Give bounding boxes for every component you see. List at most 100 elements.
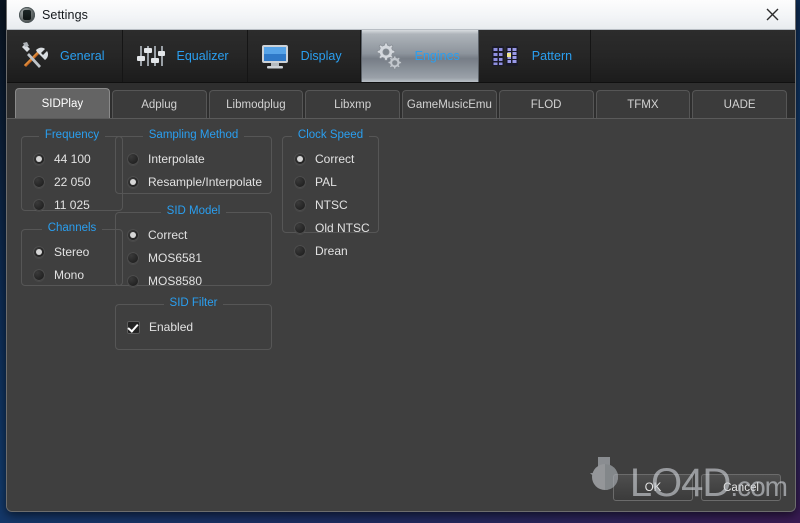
engine-tab-label: TFMX xyxy=(627,98,659,111)
sid-model-option-correct[interactable]: Correct xyxy=(127,226,271,244)
option-label: PAL xyxy=(315,175,337,189)
channels-option-stereo[interactable]: Stereo xyxy=(33,243,122,261)
sidplay-settings-panel: Frequency 44 100 22 050 11 025 Channels xyxy=(7,119,795,511)
engine-tab-gamemusicemu[interactable]: GameMusicEmu xyxy=(402,90,497,118)
clock-speed-option-old-ntsc[interactable]: Old NTSC xyxy=(294,219,378,237)
option-label: NTSC xyxy=(315,198,348,212)
option-label: Mono xyxy=(54,268,85,282)
sid-filter-option-enabled[interactable]: Enabled xyxy=(127,318,271,336)
radio-icon xyxy=(294,222,306,234)
engine-tab-uade[interactable]: UADE xyxy=(692,90,787,118)
sampling-option-resample-interpolate[interactable]: Resample/Interpolate xyxy=(127,173,271,191)
checkbox-icon xyxy=(127,320,140,334)
option-label: Interpolate xyxy=(148,152,205,166)
clock-speed-group-title: Clock Speed xyxy=(283,129,378,141)
toolbar-tab-display[interactable]: Display xyxy=(247,30,361,82)
engine-tab-label: GameMusicEmu xyxy=(406,98,492,111)
frequency-group: Frequency 44 100 22 050 11 025 xyxy=(21,129,123,214)
tracker-icon xyxy=(491,46,518,66)
radio-icon xyxy=(33,269,45,281)
option-label: MOS6581 xyxy=(148,251,203,265)
channels-option-mono[interactable]: Mono xyxy=(33,266,122,284)
radio-icon xyxy=(33,153,45,165)
frequency-option-44100[interactable]: 44 100 xyxy=(33,150,122,168)
clock-speed-option-correct[interactable]: Correct xyxy=(294,150,378,168)
radio-icon xyxy=(294,176,306,188)
radio-icon xyxy=(127,176,139,188)
option-label: Resample/Interpolate xyxy=(148,175,263,189)
dialog-button-bar: OK Cancel xyxy=(613,474,781,501)
tools-icon xyxy=(22,42,49,68)
main-toolbar: General Equalizer Display Engines Patter… xyxy=(7,30,795,83)
toolbar-tab-general[interactable]: General xyxy=(7,30,124,82)
engine-tab-label: FLOD xyxy=(530,98,562,111)
engine-tab-label: Libmodplug xyxy=(226,98,286,111)
toolbar-tab-label: Engines xyxy=(414,49,460,63)
option-label: MOS8580 xyxy=(148,274,203,288)
sampling-option-interpolate[interactable]: Interpolate xyxy=(127,150,271,168)
option-label: Enabled xyxy=(149,320,194,334)
option-label: 44 100 xyxy=(54,152,91,166)
toolbar-tab-label: Equalizer xyxy=(176,49,229,63)
frequency-option-11025[interactable]: 11 025 xyxy=(33,196,122,214)
radio-icon xyxy=(127,275,139,287)
window-title: Settings xyxy=(42,7,88,22)
engine-tab-flod[interactable]: FLOD xyxy=(498,90,594,118)
radio-icon xyxy=(294,245,306,257)
sid-model-option-mos6581[interactable]: MOS6581 xyxy=(127,249,271,267)
sid-filter-group-title: SID Filter xyxy=(116,297,271,309)
clock-speed-option-pal[interactable]: PAL xyxy=(294,173,378,191)
toolbar-tab-label: General xyxy=(60,49,105,63)
radio-icon xyxy=(127,252,139,264)
toolbar-tab-engines[interactable]: Engines xyxy=(360,30,479,82)
engine-tab-libxmp[interactable]: Libxmp xyxy=(305,90,400,118)
engine-tab-label: UADE xyxy=(723,98,756,111)
engine-tab-sidplay[interactable]: SIDPlay xyxy=(15,88,110,118)
toolbar-filler xyxy=(591,30,795,82)
radio-icon xyxy=(33,246,45,258)
clock-speed-option-drean[interactable]: Drean xyxy=(294,242,378,260)
channels-group-title: Channels xyxy=(22,222,122,234)
toolbar-tab-label: Display xyxy=(300,49,342,63)
gears-icon xyxy=(376,42,402,70)
option-label: Correct xyxy=(148,228,188,242)
channels-group: Channels Stereo Mono xyxy=(21,222,123,286)
radio-icon xyxy=(127,153,139,165)
cancel-button[interactable]: Cancel xyxy=(701,474,781,501)
toolbar-tab-pattern[interactable]: Pattern xyxy=(478,30,592,82)
option-label: 22 050 xyxy=(54,175,91,189)
clock-speed-option-ntsc[interactable]: NTSC xyxy=(294,196,378,214)
option-label: 11 025 xyxy=(54,198,90,212)
engine-tab-label: Libxmp xyxy=(334,98,372,111)
monitor-icon xyxy=(261,45,288,69)
close-icon xyxy=(766,8,778,21)
sliders-icon xyxy=(137,46,166,66)
toolbar-tab-label: Pattern xyxy=(531,49,573,63)
option-label: Old NTSC xyxy=(315,221,370,235)
engine-tab-label: Adplug xyxy=(141,98,178,111)
engine-tab-tfmx[interactable]: TFMX xyxy=(595,90,691,118)
radio-icon xyxy=(33,176,45,188)
app-logo-icon xyxy=(19,6,35,23)
engine-tab-strip: SIDPlay Adplug Libmodplug Libxmp GameMus… xyxy=(7,83,795,119)
radio-icon xyxy=(33,199,45,211)
frequency-group-title: Frequency xyxy=(22,129,122,141)
sid-filter-group: SID Filter Enabled xyxy=(115,297,272,350)
radio-icon xyxy=(127,229,139,241)
sid-model-group-title: SID Model xyxy=(116,205,271,217)
sampling-method-group: Sampling Method Interpolate Resample/Int… xyxy=(115,129,272,194)
sampling-method-group-title: Sampling Method xyxy=(116,129,271,141)
engine-tab-libmodplug[interactable]: Libmodplug xyxy=(208,90,304,118)
close-button[interactable] xyxy=(749,0,795,29)
toolbar-tab-equalizer[interactable]: Equalizer xyxy=(123,30,248,82)
engine-tab-label: SIDPlay xyxy=(41,97,84,110)
option-label: Stereo xyxy=(54,245,90,259)
frequency-option-22050[interactable]: 22 050 xyxy=(33,173,122,191)
clock-speed-group: Clock Speed Correct PAL NTSC Old NTSC Dr… xyxy=(282,129,379,258)
option-label: Correct xyxy=(315,152,355,166)
sid-model-group: SID Model Correct MOS6581 MOS8580 xyxy=(115,205,272,288)
sid-model-option-mos8580[interactable]: MOS8580 xyxy=(127,272,271,290)
engine-tab-adplug[interactable]: Adplug xyxy=(111,90,207,118)
ok-button[interactable]: OK xyxy=(613,474,693,501)
radio-icon xyxy=(294,199,306,211)
